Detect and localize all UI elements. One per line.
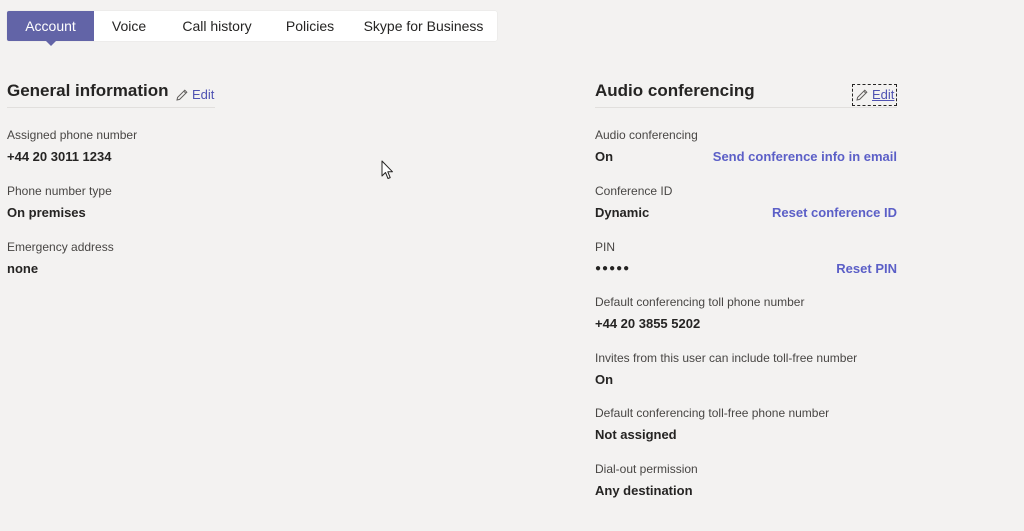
general-edit-button[interactable]: Edit: [175, 86, 214, 104]
general-information-title: General information: [7, 81, 169, 100]
field-phone-number-type: Phone number type On premises: [7, 184, 112, 221]
field-audio-conferencing: Audio conferencing On: [595, 128, 698, 165]
tab-bar: Account Voice Call history Policies Skyp…: [7, 11, 497, 46]
field-value: none: [7, 261, 39, 276]
general-divider: [7, 107, 215, 108]
field-default-toll-number: Default conferencing toll phone number +…: [595, 295, 804, 332]
field-value: On: [595, 149, 614, 164]
field-label: PIN: [595, 240, 616, 254]
pencil-icon: [176, 89, 188, 101]
audio-conferencing-title: Audio conferencing: [595, 81, 755, 100]
general-edit-label: Edit: [192, 87, 215, 102]
tab-call-history[interactable]: Call history: [164, 11, 270, 41]
field-assigned-phone-number: Assigned phone number +44 20 3011 1234: [7, 128, 137, 165]
field-pin: PIN ●●●●●: [595, 240, 630, 277]
field-value: Not assigned: [595, 427, 677, 442]
field-label: Default conferencing toll-free phone num…: [595, 406, 830, 420]
mouse-pointer-icon: [381, 160, 393, 179]
field-toll-free-invites: Invites from this user can include toll-…: [595, 351, 857, 388]
reset-conference-id-link[interactable]: Reset conference ID: [772, 205, 897, 221]
tab-skype-for-business[interactable]: Skype for Business: [350, 11, 497, 41]
field-value: +44 20 3855 5202: [595, 316, 701, 331]
field-dial-out-permission: Dial-out permission Any destination: [595, 462, 698, 499]
field-label: Conference ID: [595, 184, 673, 198]
field-default-toll-free-number: Default conferencing toll-free phone num…: [595, 406, 829, 443]
field-value: Dynamic: [595, 205, 650, 220]
reset-pin-link[interactable]: Reset PIN: [836, 261, 897, 277]
tab-voice[interactable]: Voice: [94, 11, 164, 41]
audio-edit-label: Edit: [872, 87, 895, 102]
field-conference-id: Conference ID Dynamic: [595, 184, 672, 221]
send-conference-info-link[interactable]: Send conference info in email: [713, 149, 897, 165]
pencil-icon: [856, 89, 868, 101]
field-emergency-address: Emergency address none: [7, 240, 114, 277]
tab-account[interactable]: Account: [7, 11, 94, 46]
field-value: Any destination: [595, 483, 693, 498]
field-value: On: [595, 372, 614, 387]
field-label: Audio conferencing: [595, 128, 698, 142]
field-label: Phone number type: [7, 184, 112, 198]
audio-edit-button[interactable]: Edit: [851, 84, 898, 106]
field-label: Default conferencing toll phone number: [595, 295, 805, 309]
audio-divider: [595, 107, 897, 108]
field-label: Invites from this user can include toll-…: [595, 351, 858, 365]
field-value: +44 20 3011 1234: [7, 149, 112, 164]
field-label: Emergency address: [7, 240, 114, 254]
field-value: On premises: [7, 205, 86, 220]
tab-policies[interactable]: Policies: [270, 11, 350, 41]
field-label: Dial-out permission: [595, 462, 698, 476]
field-value: ●●●●●: [595, 263, 631, 274]
field-label: Assigned phone number: [7, 128, 138, 142]
